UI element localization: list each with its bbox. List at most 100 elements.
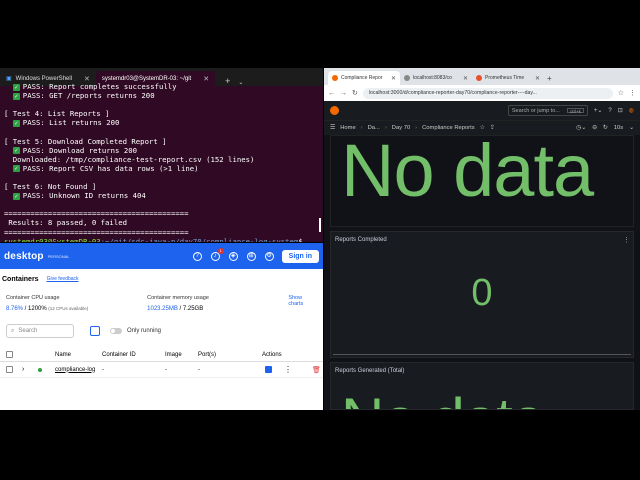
terminal-line-text: PASS: Unknown ID returns 404 — [22, 191, 146, 201]
tab-label: Prometheus Time — [485, 75, 525, 81]
col-ports[interactable]: Port(s) — [198, 352, 216, 358]
browser-tab-grafana[interactable]: Compliance Repor ✕ — [328, 71, 400, 85]
browser-tab-prometheus[interactable]: Prometheus Time ✕ — [472, 71, 544, 85]
terminal-line-text: ========================================… — [4, 227, 189, 237]
table-row[interactable]: › compliance-log - - - ⋮ 🗑 — [0, 362, 323, 378]
share-icon[interactable]: ⇪ — [490, 125, 495, 131]
container-name-link[interactable]: compliance-log — [55, 367, 95, 373]
container-ports: - — [198, 366, 200, 373]
forward-icon[interactable]: → — [340, 90, 347, 97]
only-running-label: Only running — [127, 328, 162, 334]
back-icon[interactable]: ← — [328, 90, 335, 97]
close-icon[interactable]: ✕ — [535, 75, 540, 82]
zoom-out-icon[interactable]: ⊖ — [592, 125, 597, 131]
panel-reports-generated[interactable]: Reports Generated (Total) No data — [330, 362, 634, 410]
extensions-icon[interactable]: ◈ — [228, 251, 238, 261]
search-input[interactable]: ⌕ Search — [6, 324, 74, 338]
browser-tab-localhost[interactable]: localhost:8083/co ✕ — [400, 71, 472, 85]
avatar[interactable]: ◍ — [629, 107, 634, 114]
browser-window: Compliance Repor ✕ localhost:8083/co ✕ P… — [324, 68, 640, 410]
tab-label: localhost:8083/co — [413, 75, 452, 81]
terminal-line: [ Test 5: Download Completed Report ] — [4, 137, 319, 146]
memory-usage-value: 1023.25MB — [147, 306, 178, 312]
only-running-toggle[interactable] — [110, 328, 122, 334]
page-title: Containers — [2, 275, 39, 283]
menu-icon[interactable]: ⋮ — [629, 89, 636, 97]
row-checkbox[interactable] — [6, 366, 13, 373]
prometheus-favicon-icon — [476, 75, 482, 81]
refresh-icon[interactable]: ↻ — [603, 125, 608, 131]
chevron-down-icon[interactable]: ⌄ — [629, 125, 634, 131]
close-icon[interactable]: ✕ — [463, 75, 468, 82]
refresh-interval[interactable]: 10s — [614, 125, 623, 131]
panel-reports-completed[interactable]: Reports Completed ⋮ 0 — [330, 231, 634, 358]
give-feedback-link[interactable]: Give feedback — [47, 276, 79, 282]
search-shortcut: ctrl+k — [566, 108, 584, 114]
breadcrumb-home[interactable]: Home — [340, 125, 355, 131]
prompt-user: systemdr03@SystemDR-03 — [4, 236, 101, 242]
grid-icon[interactable]: ⊞ — [246, 251, 256, 261]
help-icon[interactable]: ? — [608, 108, 611, 114]
terminal-scrollbar[interactable] — [319, 218, 321, 232]
menu-toggle-icon[interactable]: ☰ — [330, 125, 335, 131]
terminal-line: ✓ PASS: Report CSV has data rows (>1 line… — [4, 164, 319, 173]
prompt-path: :~/git/sdc-java-p/day70/compliance-log-s… — [100, 236, 299, 242]
col-container-id[interactable]: Container ID — [102, 352, 136, 358]
col-actions: Actions — [262, 351, 282, 358]
prompt-suffix: $ — [298, 236, 308, 242]
globe-icon — [404, 75, 410, 81]
add-icon[interactable]: +⌄ — [594, 107, 603, 114]
sign-in-button[interactable]: Sign in — [281, 249, 319, 263]
reload-icon[interactable]: ↻ — [352, 89, 358, 97]
terminal-line: ========================================… — [4, 228, 319, 237]
new-tab-icon[interactable]: + — [221, 76, 234, 86]
address-bar[interactable]: localhost:3000/d/compliance-reporter-day… — [362, 87, 613, 99]
terminal-output[interactable]: ✓ PASS: Report completes successfully ✓ PA… — [0, 80, 323, 242]
col-name[interactable]: Name — [55, 352, 71, 358]
breadcrumb: ☰ Home › Da... › Day 70 › Compliance Rep… — [324, 120, 640, 135]
breadcrumb-separator-icon: › — [384, 125, 387, 131]
check-icon: ✓ — [12, 92, 20, 100]
close-icon[interactable]: ✕ — [391, 75, 396, 82]
show-charts-link[interactable]: Show charts — [288, 295, 315, 312]
star-icon[interactable]: ☆ — [618, 89, 624, 97]
grafana-logo-icon[interactable] — [330, 106, 339, 115]
close-icon[interactable]: ✕ — [203, 75, 209, 83]
panel-title: Reports Generated (Total) — [335, 368, 405, 374]
terminal-line-text: [ Test 5: Download Completed Report ] — [4, 136, 167, 146]
notifications-icon[interactable]: ♪ 1 — [210, 247, 224, 261]
panel-resize-handle[interactable] — [333, 354, 631, 355]
panel-top[interactable]: No data — [330, 135, 634, 227]
settings-icon[interactable]: ⚙ — [264, 251, 274, 261]
grafana-favicon-icon — [332, 75, 338, 81]
more-options-icon[interactable]: ⋮ — [284, 365, 292, 374]
col-image[interactable]: Image — [165, 352, 182, 358]
terminal-line-text: PASS: Download returns 200 — [22, 145, 138, 155]
favorite-star-icon[interactable]: ☆ — [480, 125, 485, 131]
select-all-checkbox[interactable] — [6, 351, 13, 358]
new-tab-icon[interactable]: + — [547, 74, 552, 83]
breadcrumb-day70[interactable]: Day 70 — [392, 125, 410, 131]
cpu-note: (12 CPUs available) — [48, 306, 89, 311]
chevron-down-icon[interactable]: ⌄ — [234, 79, 247, 86]
news-icon[interactable]: ⊡ — [618, 107, 623, 114]
check-icon: ✓ — [12, 83, 20, 91]
time-picker-icon[interactable]: ◷⌄ — [576, 125, 586, 131]
no-data-text: No data — [341, 135, 594, 212]
terminal-line: ✓ PASS: Report completes successfully — [4, 82, 319, 91]
grafana-search-input[interactable]: Search or jump to... ctrl+k — [507, 105, 588, 116]
expand-icon[interactable]: › — [22, 366, 24, 373]
docker-logo: desktop — [4, 250, 44, 262]
delete-icon[interactable]: 🗑 — [312, 366, 321, 374]
panel-menu-icon[interactable]: ⋮ — [623, 236, 630, 244]
terminal-window[interactable]: ▣ Windows PowerShell ✕ systemdr03@System… — [0, 68, 323, 242]
stop-icon[interactable] — [265, 366, 272, 373]
columns-button[interactable] — [90, 326, 100, 336]
browser-tab-bar: Compliance Repor ✕ localhost:8083/co ✕ P… — [324, 68, 640, 85]
breadcrumb-folder[interactable]: Da... — [368, 125, 380, 131]
help-icon[interactable]: ? — [192, 251, 202, 261]
search-placeholder: Search or jump to... — [511, 108, 560, 114]
